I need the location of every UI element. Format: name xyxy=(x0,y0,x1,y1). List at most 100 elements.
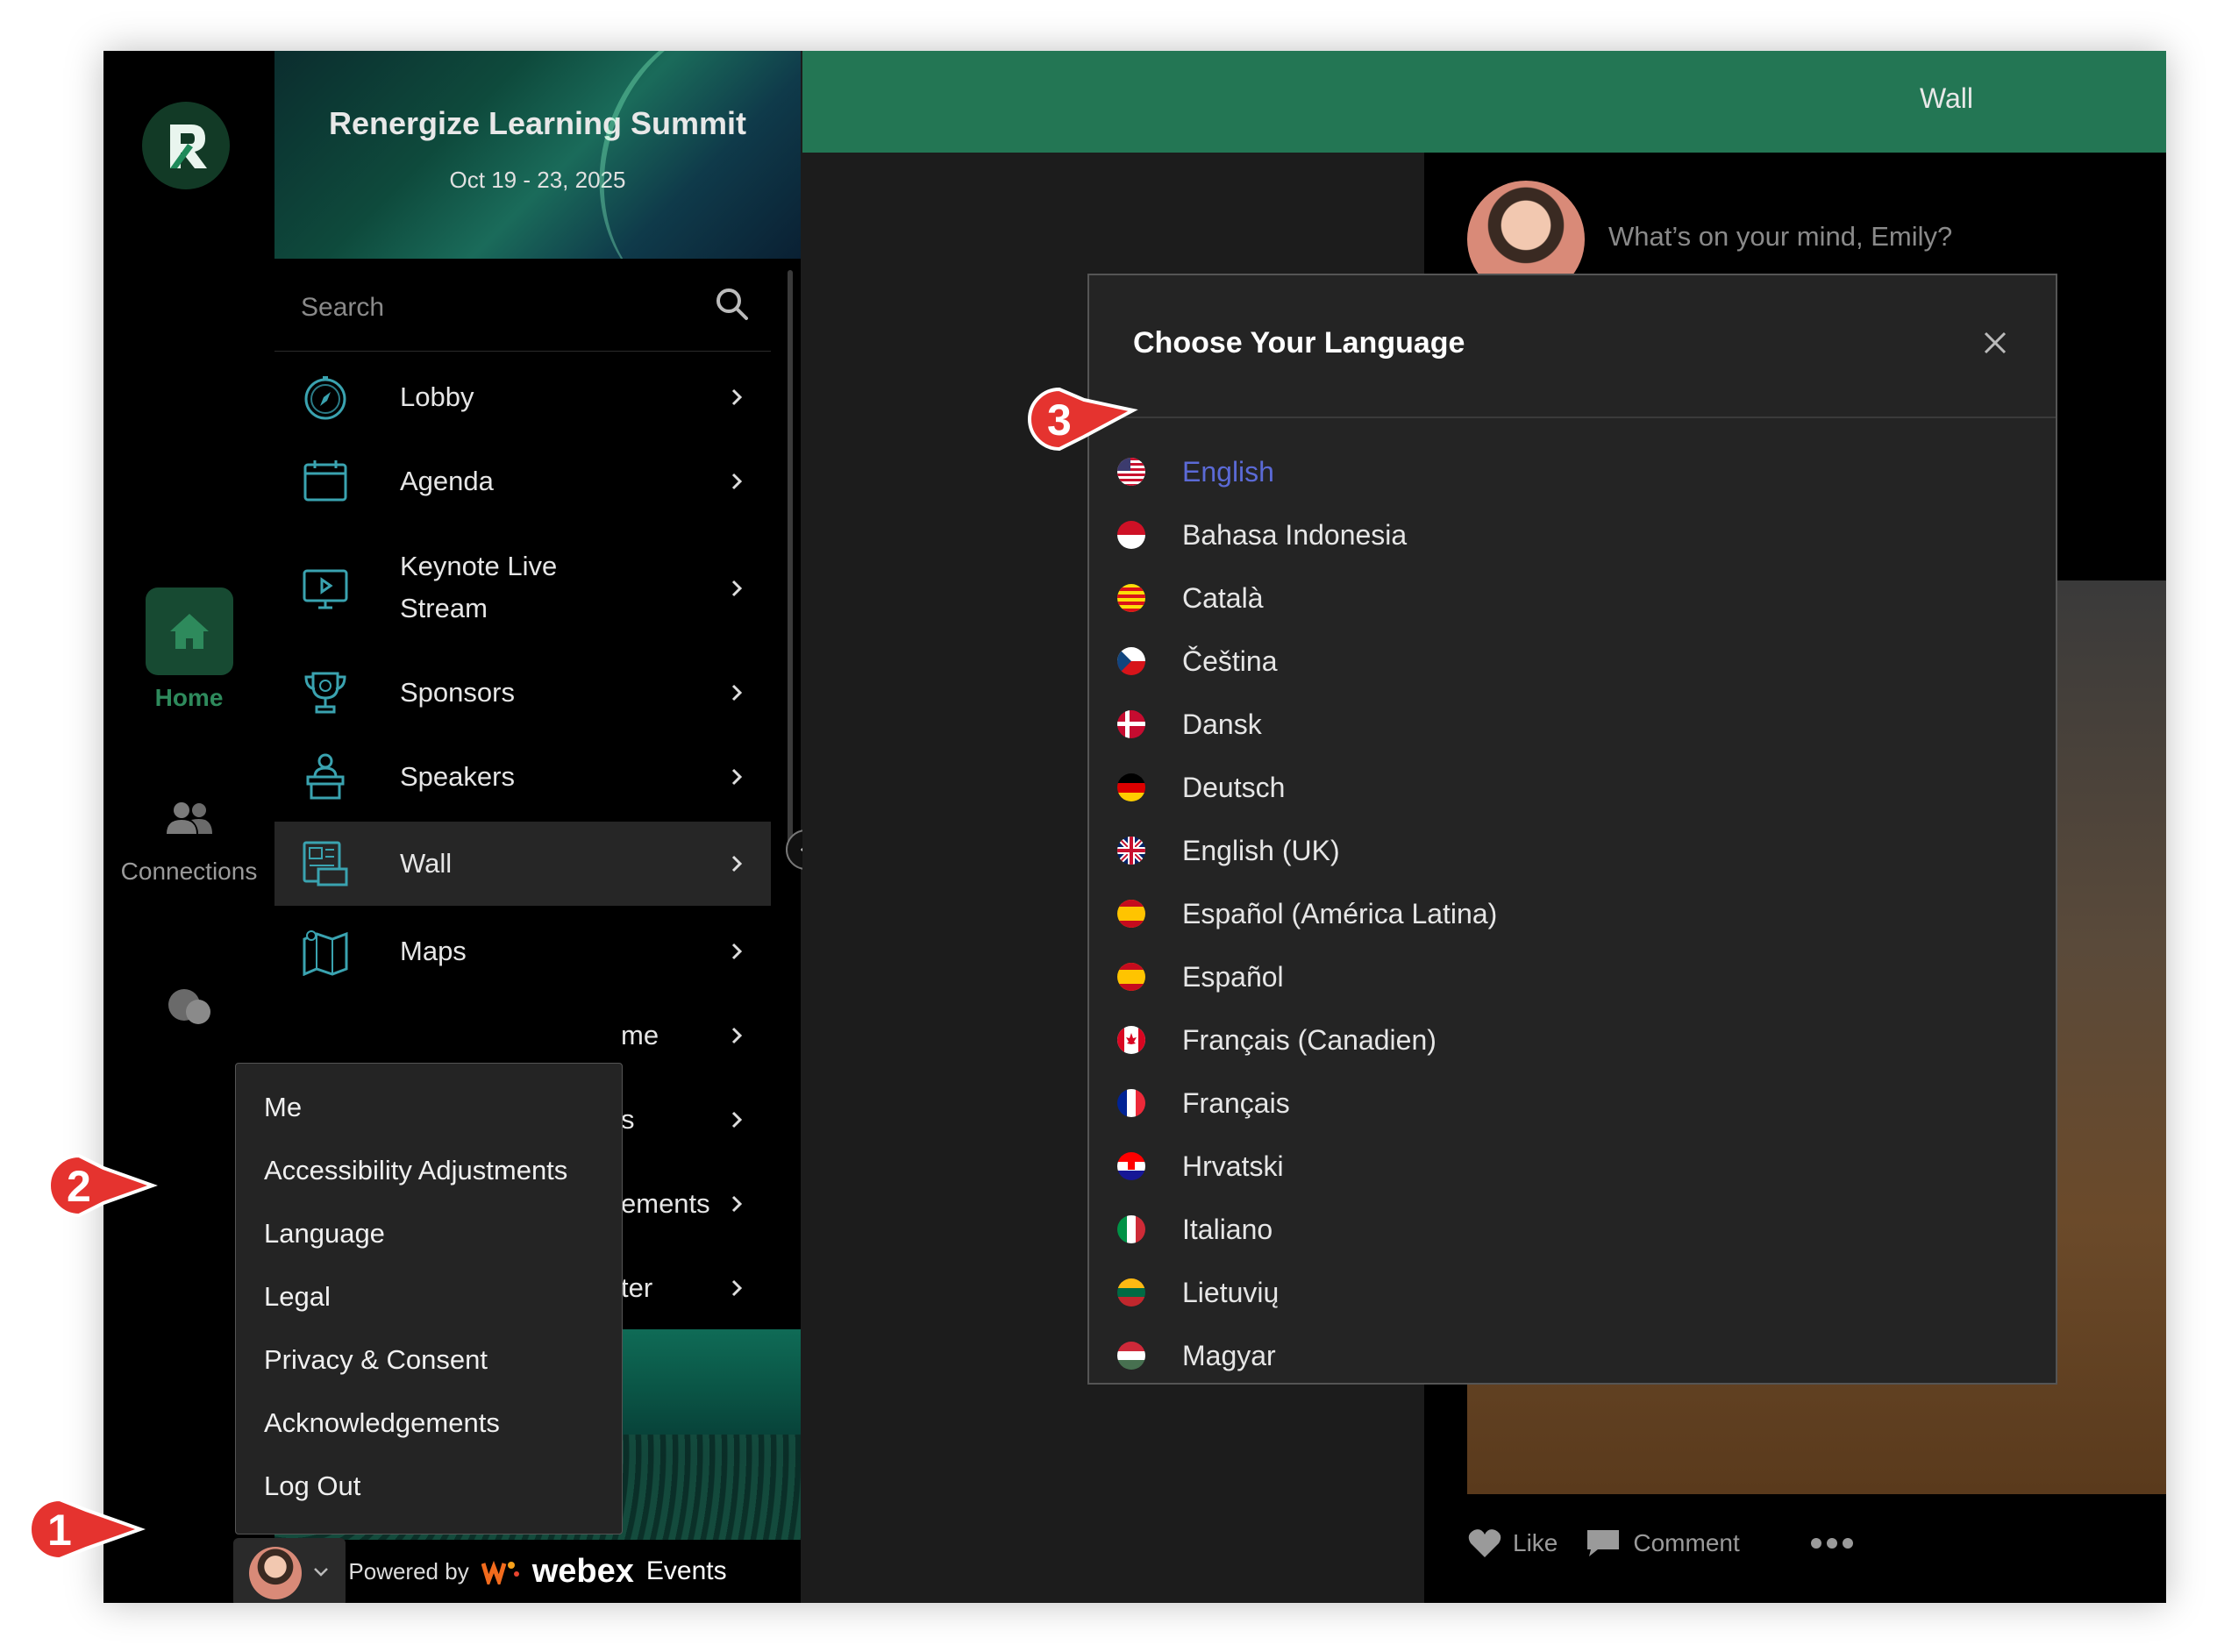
language-option-espanol-america-latina[interactable]: Español (América Latina) xyxy=(1117,887,1497,940)
search-input[interactable] xyxy=(301,288,704,327)
language-label: Français xyxy=(1182,1086,1290,1119)
menu-item-me[interactable]: Me xyxy=(264,1092,302,1123)
podium-icon xyxy=(306,753,345,800)
language-option-lietuviu[interactable]: Lietuvių xyxy=(1117,1266,1279,1319)
menu-item-legal[interactable]: Legal xyxy=(264,1281,331,1313)
language-label: Català xyxy=(1182,581,1264,614)
language-option-bahasa-indonesia[interactable]: Bahasa Indonesia xyxy=(1117,509,1407,561)
webex-brand: webex xyxy=(531,1552,634,1590)
nav-item-wall[interactable]: Wall xyxy=(274,822,771,906)
language-label: Italiano xyxy=(1182,1213,1273,1245)
indonesia-flag-icon xyxy=(1117,521,1145,549)
menu-item-log-out[interactable]: Log Out xyxy=(264,1470,360,1502)
page-title: Wall xyxy=(1919,82,1973,114)
search-icon[interactable] xyxy=(713,285,752,328)
nav-item-label: Speakers xyxy=(400,761,515,792)
language-option-francais-canadien[interactable]: Français (Canadien) xyxy=(1117,1014,1436,1066)
language-option-english-uk[interactable]: English (UK) xyxy=(1117,824,1340,877)
chevron-right-icon xyxy=(731,855,743,872)
nav-item-label: ements xyxy=(621,1188,710,1219)
language-option-magyar[interactable]: Magyar xyxy=(1117,1329,1276,1382)
comment-label: Comment xyxy=(1633,1529,1740,1556)
home-icon xyxy=(145,587,233,675)
menu-item-privacy-consent[interactable]: Privacy & Consent xyxy=(264,1344,488,1376)
heart-icon xyxy=(1468,1529,1501,1557)
spain-flag-icon xyxy=(1117,963,1145,991)
live-stream-icon xyxy=(303,569,348,609)
language-option-deutsch[interactable]: Deutsch xyxy=(1117,761,1285,814)
callout-number: 1 xyxy=(47,1506,72,1555)
post-actions: Like Comment xyxy=(1467,1517,1854,1570)
language-label: Español xyxy=(1182,960,1284,993)
chevron-right-icon xyxy=(731,684,743,701)
nav-item-maps[interactable]: Maps xyxy=(274,912,771,991)
close-button[interactable] xyxy=(1973,321,2017,365)
comment-button[interactable]: Comment xyxy=(1584,1527,1740,1560)
france-flag-icon xyxy=(1117,1089,1145,1117)
like-button[interactable]: Like xyxy=(1467,1527,1558,1559)
us-flag-icon xyxy=(1117,458,1145,486)
language-label: English (UK) xyxy=(1182,834,1340,866)
nav-item-label: Agenda xyxy=(400,466,494,496)
language-label: Magyar xyxy=(1182,1339,1276,1371)
nav-item-label: Lobby xyxy=(400,381,474,412)
callout-number: 3 xyxy=(1047,395,1072,445)
nav-item-keynote-live-stream[interactable]: Keynote Live Stream xyxy=(274,531,771,645)
croatia-flag-icon xyxy=(1117,1152,1145,1180)
hungary-flag-icon xyxy=(1117,1342,1145,1370)
nav-item-lobby[interactable]: Lobby xyxy=(274,358,771,437)
search-bar xyxy=(274,264,771,352)
app-logo[interactable] xyxy=(142,102,230,189)
nav-item-speakers[interactable]: Speakers xyxy=(274,737,771,816)
map-icon xyxy=(303,930,348,976)
menu-item-language[interactable]: Language xyxy=(264,1218,385,1250)
language-label: Dansk xyxy=(1182,708,1262,740)
rail-connections[interactable]: Connections xyxy=(103,787,274,886)
profile-menu-button[interactable] xyxy=(233,1538,346,1603)
avatar xyxy=(249,1547,302,1599)
rail-chat[interactable] xyxy=(103,980,274,1042)
language-option-italiano[interactable]: Italiano xyxy=(1117,1203,1272,1256)
top-bar: Wall xyxy=(802,51,2166,153)
menu-item-accessibility[interactable]: Accessibility Adjustments xyxy=(264,1155,567,1186)
nav-item-label-line2: Stream xyxy=(400,593,488,623)
language-option-hrvatski[interactable]: Hrvatski xyxy=(1117,1140,1284,1193)
more-options-button[interactable] xyxy=(1810,1537,1854,1549)
chevron-right-icon xyxy=(731,943,743,960)
powered-by-label: Powered by xyxy=(348,1557,469,1584)
nav-item-label: s xyxy=(621,1104,635,1135)
post-composer-input[interactable]: What’s on your mind, Emily? xyxy=(1608,221,1952,253)
language-option-espanol[interactable]: Español xyxy=(1117,951,1284,1003)
callout-step-3: 3 xyxy=(1026,386,1140,457)
nav-item-agenda[interactable]: Agenda xyxy=(274,442,771,521)
language-label: Français (Canadien) xyxy=(1182,1023,1436,1056)
language-option-english[interactable]: English xyxy=(1117,445,1274,498)
nav-item-sponsors[interactable]: Sponsors xyxy=(274,653,771,732)
logo-icon xyxy=(170,125,207,168)
chevron-right-icon xyxy=(731,1279,743,1297)
language-label: Bahasa Indonesia xyxy=(1182,518,1408,551)
nav-item-label: ter xyxy=(621,1272,653,1303)
callout-step-2: 2 xyxy=(46,1152,160,1223)
chevron-right-icon xyxy=(731,1195,743,1213)
nav-item-label: me xyxy=(621,1020,659,1050)
event-banner: Renergize Learning Summit Oct 19 - 23, 2… xyxy=(274,51,801,259)
language-option-cestina[interactable]: Čeština xyxy=(1117,635,1278,687)
language-label: Lietuvių xyxy=(1182,1276,1280,1308)
rail-connections-label: Connections xyxy=(120,858,258,885)
webex-logo-icon xyxy=(481,1560,519,1584)
chevron-down-icon xyxy=(314,1568,328,1577)
catalonia-flag-icon xyxy=(1117,584,1145,612)
nav-scrollbar[interactable] xyxy=(788,270,793,849)
webex-events-label: Events xyxy=(645,1556,727,1585)
rail-home[interactable]: Home xyxy=(103,587,274,712)
app-window: Home Connections Renergize Learning Summ… xyxy=(103,51,2166,1603)
language-option-catala[interactable]: Català xyxy=(1117,572,1264,624)
italy-flag-icon xyxy=(1117,1215,1145,1243)
callout-number: 2 xyxy=(67,1162,91,1211)
language-option-dansk[interactable]: Dansk xyxy=(1117,698,1262,751)
chevron-right-icon xyxy=(731,580,743,597)
language-option-francais[interactable]: Français xyxy=(1117,1077,1290,1129)
chevron-right-icon xyxy=(731,1027,743,1044)
menu-item-acknowledgements[interactable]: Acknowledgements xyxy=(264,1407,500,1439)
